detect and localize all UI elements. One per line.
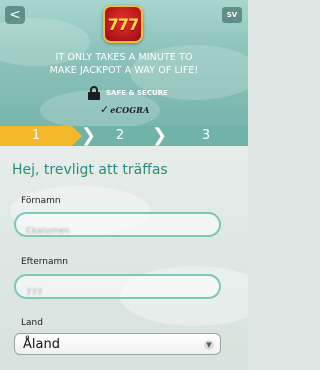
ecogra-label: eCOGRA: [110, 105, 150, 115]
step-1: 1: [0, 126, 82, 146]
step-1-label: 1: [31, 128, 41, 143]
first-name-value: Ckalomen: [26, 226, 70, 235]
last-name-label: Efternamn: [21, 257, 68, 267]
registration-form: Hej, trevligt att träffas Förnamn Ckalom…: [0, 146, 248, 370]
back-button[interactable]: <: [5, 6, 25, 24]
logo-text: 777: [107, 15, 139, 34]
country-label: Land: [21, 318, 43, 328]
step-progress-bar: 1 2 ❯ 3: [0, 126, 248, 146]
step-3-label: 3: [201, 128, 211, 143]
country-select-value: Åland: [23, 336, 60, 352]
safe-secure-label: SAFE & SECURE: [106, 89, 168, 97]
step-2-label: 2: [115, 128, 125, 143]
chevron-down-icon: ▼: [204, 340, 214, 350]
tagline: IT ONLY TAKES A MINUTE TO MAKE JACKPOT A…: [0, 51, 248, 77]
header: < SV 777 IT ONLY TAKES A MINUTE TO MAKE …: [0, 0, 248, 126]
app-logo: 777: [103, 5, 143, 43]
last-name-input[interactable]: 777: [14, 274, 221, 299]
lock-icon: [88, 86, 100, 100]
chevron-right-icon: ❯: [81, 125, 97, 146]
chevron-right-icon: ❯: [152, 125, 168, 146]
tagline-line-2: MAKE JACKPOT A WAY OF LIFE!: [49, 65, 199, 76]
first-name-label: Förnamn: [21, 196, 61, 206]
first-name-input[interactable]: Ckalomen: [14, 212, 221, 237]
safe-secure-badge: SAFE & SECURE: [88, 86, 168, 100]
ecogra-badge: ✓ eCOGRA: [100, 103, 150, 117]
last-name-value: 777: [26, 288, 43, 297]
language-button[interactable]: SV: [222, 7, 242, 23]
form-greeting: Hej, trevligt att träffas: [12, 162, 168, 178]
step-3: ❯ 3: [152, 125, 248, 146]
tagline-line-1: IT ONLY TAKES A MINUTE TO: [55, 52, 193, 63]
country-select[interactable]: Åland ▼: [14, 333, 221, 355]
checkmark-icon: ✓: [100, 103, 110, 116]
